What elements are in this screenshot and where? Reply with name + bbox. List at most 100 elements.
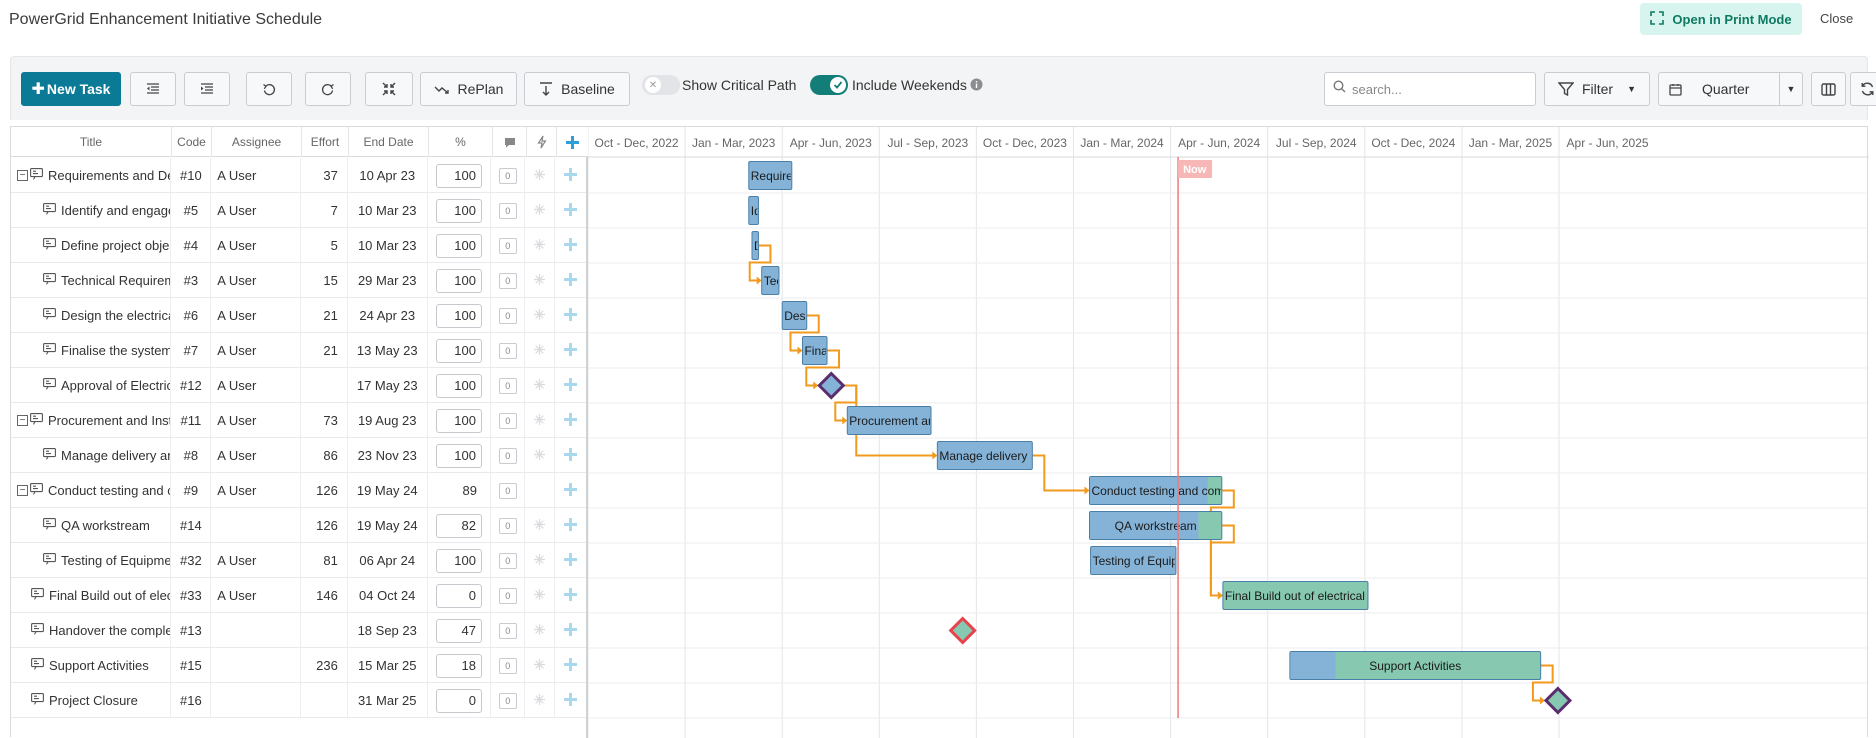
task-end-date[interactable]: 19 May 24 <box>348 473 428 508</box>
task-bar[interactable]: Manage delivery and installation <box>936 441 1110 470</box>
column-end-date[interactable]: End Date <box>349 127 429 157</box>
task-assignee[interactable]: A User <box>211 473 301 508</box>
task-title-cell[interactable]: − Requirements and Design <box>11 158 172 193</box>
percent-input[interactable] <box>435 408 482 433</box>
table-row[interactable]: Testing of Equipment #32 A User 81 06 Ap… <box>11 543 586 578</box>
table-row[interactable]: Technical Requirements #3 A User 15 29 M… <box>11 263 586 298</box>
task-effort[interactable]: 21 <box>301 333 348 368</box>
replan-button[interactable]: RePlan <box>420 72 517 106</box>
collapse-toggle-icon[interactable]: − <box>17 415 28 426</box>
task-title-cell[interactable]: QA workstream <box>11 508 172 543</box>
close-link[interactable]: Close <box>1820 11 1853 26</box>
comment-count-badge[interactable]: 0 <box>498 447 517 464</box>
comment-icon[interactable] <box>493 127 527 157</box>
column-title[interactable]: Title <box>11 127 172 157</box>
baseline-button[interactable]: Baseline <box>524 72 630 106</box>
comment-count-badge[interactable]: 0 <box>498 517 517 534</box>
table-row[interactable]: − Conduct testing and commissioning #9 A… <box>11 473 586 508</box>
comment-count-badge[interactable]: 0 <box>498 622 517 639</box>
task-title-cell[interactable]: − Conduct testing and commissioning <box>11 473 172 508</box>
dependency-icon[interactable] <box>533 203 546 219</box>
add-subtask-icon[interactable] <box>564 552 578 569</box>
task-end-date[interactable]: 19 May 24 <box>348 508 428 543</box>
dependency-icon[interactable] <box>533 623 546 639</box>
zoom-select[interactable]: Quarter <box>1658 72 1780 106</box>
task-assignee[interactable]: A User <box>211 333 301 368</box>
task-title-cell[interactable]: Handover the completed project <box>11 613 172 648</box>
table-row[interactable]: Support Activities #15 236 15 Mar 25 0 <box>11 648 586 683</box>
task-title-cell[interactable]: Manage delivery and installation <box>11 438 172 473</box>
dependency-icon[interactable] <box>533 378 546 394</box>
task-assignee[interactable]: A User <box>211 228 301 263</box>
column-percent[interactable]: % <box>429 127 493 157</box>
task-effort[interactable]: 86 <box>301 438 348 473</box>
task-end-date[interactable]: 13 May 23 <box>348 333 428 368</box>
dependency-icon[interactable] <box>533 343 546 359</box>
dependency-icon[interactable] <box>533 413 546 429</box>
task-title-cell[interactable]: Project Closure <box>11 683 172 718</box>
task-assignee[interactable]: A User <box>211 543 301 578</box>
add-subtask-icon[interactable] <box>564 412 578 429</box>
task-bar[interactable]: Identify and engage stakeholders <box>748 196 928 225</box>
comment-count-badge[interactable]: 0 <box>498 377 517 394</box>
task-effort[interactable]: 81 <box>301 543 348 578</box>
task-assignee[interactable]: A User <box>211 263 301 298</box>
task-assignee[interactable]: A User <box>211 298 301 333</box>
percent-input[interactable] <box>435 653 482 678</box>
task-end-date[interactable]: 15 Mar 25 <box>348 648 428 683</box>
comment-count-badge[interactable]: 0 <box>498 237 517 254</box>
task-title-cell[interactable]: Finalise the system design <box>11 333 172 368</box>
task-end-date[interactable]: 04 Oct 24 <box>348 578 428 613</box>
add-subtask-icon[interactable] <box>564 517 578 534</box>
task-title-cell[interactable]: Identify and engage stakeholders <box>11 193 172 228</box>
task-assignee[interactable]: A User <box>211 403 301 438</box>
table-row[interactable]: Final Build out of electrical transmissi… <box>11 578 586 613</box>
task-effort[interactable] <box>301 613 348 648</box>
add-subtask-icon[interactable] <box>564 272 578 289</box>
task-effort[interactable]: 21 <box>301 298 348 333</box>
dependency-icon[interactable] <box>533 308 546 324</box>
comment-count-badge[interactable]: 0 <box>498 552 517 569</box>
task-bar[interactable]: Conduct testing and commissioning <box>1089 476 1281 505</box>
task-end-date[interactable]: 18 Sep 23 <box>348 613 428 648</box>
table-row[interactable]: − Requirements and Design #10 A User 37 … <box>11 158 586 193</box>
task-assignee[interactable]: A User <box>211 158 301 193</box>
task-title-cell[interactable]: Support Activities <box>11 648 172 683</box>
percent-input[interactable] <box>435 583 482 608</box>
comment-count-badge[interactable]: 0 <box>498 587 517 604</box>
comment-count-badge[interactable]: 0 <box>498 412 517 429</box>
dependency-icon[interactable] <box>533 693 546 709</box>
redo-button[interactable] <box>305 72 351 106</box>
task-effort[interactable]: 7 <box>301 193 348 228</box>
dependency-icon[interactable] <box>533 588 546 604</box>
column-effort[interactable]: Effort <box>302 127 349 157</box>
add-subtask-icon[interactable] <box>564 447 578 464</box>
weekends-toggle[interactable] <box>810 75 848 95</box>
undo-button[interactable] <box>246 72 292 106</box>
milestone-diamond[interactable] <box>948 616 977 645</box>
comment-count-badge[interactable]: 0 <box>498 307 517 324</box>
add-subtask-icon[interactable] <box>564 692 578 709</box>
table-row[interactable]: Manage delivery and installation #8 A Us… <box>11 438 586 473</box>
collapse-all-button[interactable] <box>365 72 413 106</box>
add-subtask-icon[interactable] <box>564 482 578 499</box>
task-end-date[interactable]: 10 Apr 23 <box>348 158 428 193</box>
task-assignee[interactable]: A User <box>211 578 301 613</box>
search-field[interactable] <box>1324 72 1536 106</box>
open-print-mode-button[interactable]: Open in Print Mode <box>1640 3 1802 35</box>
task-effort[interactable] <box>301 683 348 718</box>
task-effort[interactable]: 15 <box>301 263 348 298</box>
table-row[interactable]: − Procurement and Installation #11 A Use… <box>11 403 586 438</box>
percent-input[interactable] <box>435 443 482 468</box>
comment-count-badge[interactable]: 0 <box>498 482 517 499</box>
task-end-date[interactable]: 23 Nov 23 <box>348 438 428 473</box>
percent-input[interactable] <box>435 618 482 643</box>
zoom-dropdown-button[interactable]: ▼ <box>1779 72 1803 106</box>
task-title-cell[interactable]: Define project objectives <box>11 228 172 263</box>
comment-count-badge[interactable]: 0 <box>498 657 517 674</box>
task-title-cell[interactable]: Approval of Electrical Design <box>11 368 172 403</box>
task-assignee[interactable] <box>211 613 301 648</box>
table-row[interactable]: Define project objectives #4 A User 5 10… <box>11 228 586 263</box>
add-subtask-icon[interactable] <box>564 657 578 674</box>
task-assignee[interactable]: A User <box>211 438 301 473</box>
